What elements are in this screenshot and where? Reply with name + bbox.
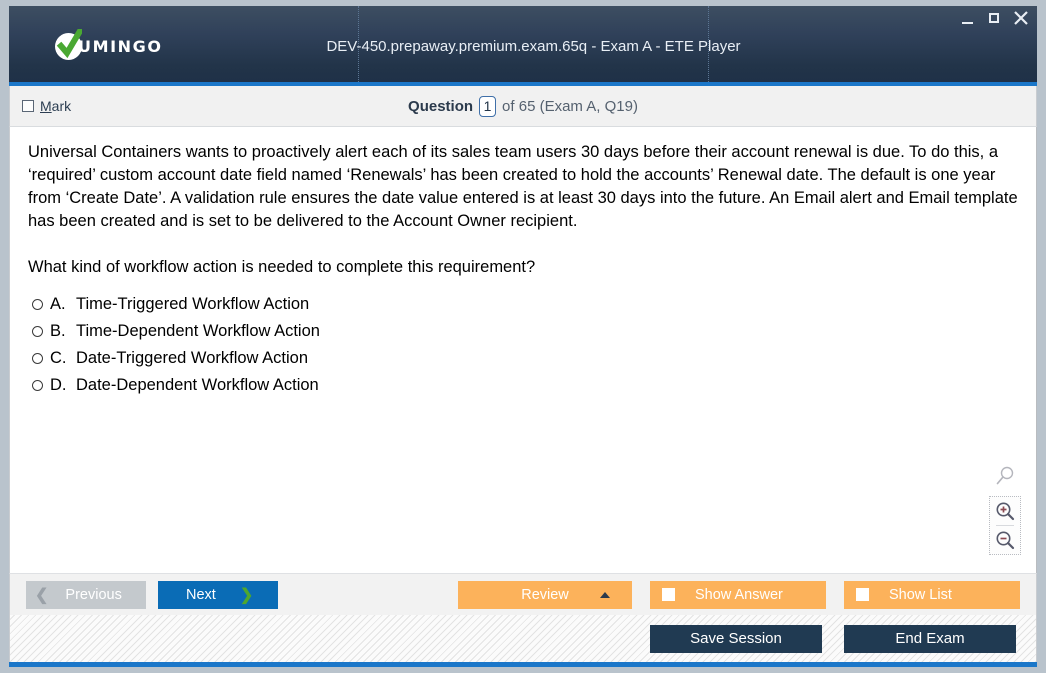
chevron-left-icon: ❮ — [35, 586, 49, 604]
option-letter-d: D. — [50, 376, 67, 394]
review-button[interactable]: Review — [458, 580, 632, 609]
chevron-right-icon: ❯ — [239, 586, 254, 604]
magnifier-icon[interactable] — [995, 466, 1015, 491]
option-text-b: Time-Dependent Workflow Action — [76, 322, 320, 340]
brand-logo: UMINGO — [9, 6, 359, 86]
show-list-label: Show List — [889, 586, 952, 603]
next-button[interactable]: Next ❯ — [158, 580, 278, 609]
window-title: DEV-450.prepaway.premium.exam.65q - Exam… — [326, 37, 741, 55]
question-content-area: Universal Containers wants to proactivel… — [9, 127, 1037, 573]
answer-option-b[interactable]: B. Time-Dependent Workflow Action — [28, 322, 1018, 349]
option-letter-c: C. — [50, 349, 67, 367]
end-exam-button[interactable]: End Exam — [844, 624, 1016, 653]
vumingo-check-icon — [55, 28, 82, 60]
show-list-button[interactable]: Show List — [844, 580, 1020, 609]
question-total-label: of 65 (Exam A, Q19) — [502, 97, 638, 115]
maximize-icon[interactable] — [986, 10, 1002, 26]
mark-checkbox-box[interactable] — [22, 100, 34, 112]
show-answer-button[interactable]: Show Answer — [650, 580, 826, 609]
close-icon[interactable] — [1013, 10, 1029, 26]
mark-checkbox[interactable]: Mark — [22, 98, 71, 114]
option-letter-b: B. — [50, 322, 66, 340]
brand-name: UMINGO — [78, 36, 163, 56]
window-title-container: DEV-450.prepaway.premium.exam.65q - Exam… — [326, 6, 741, 86]
option-letter-a: A. — [50, 295, 66, 313]
question-counter: Question 1 of 65 (Exam A, Q19) — [10, 95, 1036, 117]
zoom-in-icon[interactable] — [994, 500, 1016, 522]
question-header-bar: Mark Question 1 of 65 (Exam A, Q19) — [9, 86, 1037, 127]
question-number-input[interactable]: 1 — [479, 95, 497, 117]
option-text-a: Time-Triggered Workflow Action — [76, 295, 310, 313]
previous-button-label: Previous — [65, 586, 122, 603]
radio-button-b[interactable] — [32, 326, 43, 337]
answer-option-a[interactable]: A. Time-Triggered Workflow Action — [28, 295, 1018, 322]
ete-player-window: UMINGO DEV-450.prepaway.premium.exam.65q… — [0, 0, 1046, 673]
zoom-buttons-box — [989, 496, 1021, 555]
show-answer-checkbox[interactable] — [662, 588, 675, 601]
zoom-out-icon[interactable] — [994, 529, 1016, 551]
navigation-toolbar: ❮ Previous Next ❯ Review Show Answer Sho… — [9, 573, 1037, 615]
window-bottom-padding — [0, 667, 1046, 673]
show-list-checkbox[interactable] — [856, 588, 869, 601]
question-word-label: Question — [408, 97, 474, 115]
radio-button-d[interactable] — [32, 380, 43, 391]
show-answer-label: Show Answer — [695, 586, 783, 603]
answer-option-d[interactable]: D. Date-Dependent Workflow Action — [28, 376, 1018, 403]
mark-label: Mark — [40, 98, 72, 114]
option-text-d: Date-Dependent Workflow Action — [76, 376, 319, 394]
radio-button-a[interactable] — [32, 299, 43, 310]
session-toolbar: Save Session End Exam — [9, 615, 1037, 662]
answer-options-list: A. Time-Triggered Workflow Action B. Tim… — [28, 295, 1018, 403]
option-text-c: Date-Triggered Workflow Action — [76, 349, 309, 367]
question-body-text: Universal Containers wants to proactivel… — [28, 143, 1018, 230]
review-button-label: Review — [521, 586, 569, 603]
minimize-icon[interactable] — [959, 10, 975, 26]
next-button-label: Next — [186, 586, 216, 603]
zoom-divider — [996, 525, 1014, 526]
previous-button[interactable]: ❮ Previous — [26, 580, 146, 609]
title-bar: UMINGO DEV-450.prepaway.premium.exam.65q… — [9, 6, 1037, 86]
question-prompt-text: What kind of workflow action is needed t… — [28, 258, 536, 276]
caret-up-icon — [600, 591, 610, 598]
answer-option-c[interactable]: C. Date-Triggered Workflow Action — [28, 349, 1018, 376]
zoom-tool-group — [988, 466, 1022, 555]
window-controls — [959, 10, 1029, 26]
radio-button-c[interactable] — [32, 353, 43, 364]
save-session-button[interactable]: Save Session — [650, 624, 822, 653]
